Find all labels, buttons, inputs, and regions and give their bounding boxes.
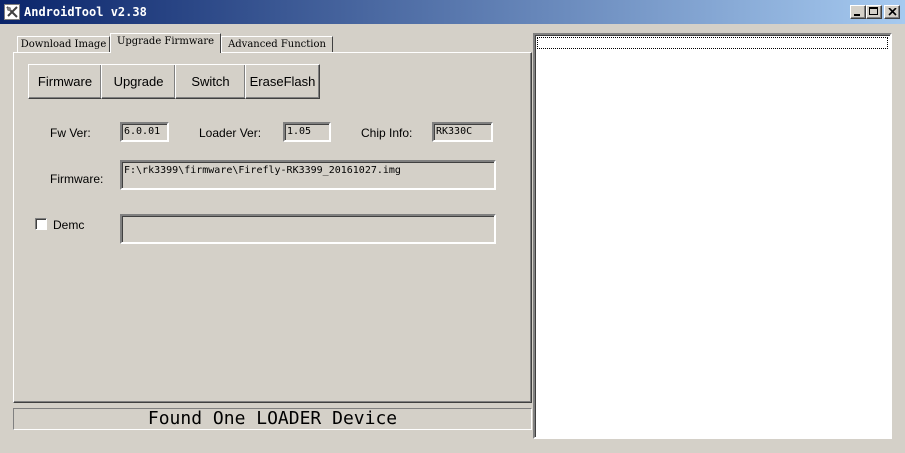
maximize-icon <box>869 7 878 15</box>
firmware-button[interactable]: Firmware <box>28 64 102 99</box>
firmware-path-field[interactable]: F:\rk3399\firmware\Firefly-RK3399_201610… <box>120 160 496 190</box>
loader-ver-field[interactable]: 1.05 <box>283 122 331 142</box>
app-icon[interactable] <box>4 4 20 20</box>
loader-ver-label: Loader Ver: <box>199 126 262 140</box>
upgrade-button[interactable]: Upgrade <box>101 64 176 99</box>
status-bar: Found One LOADER Device <box>13 408 532 430</box>
demo-label[interactable]: Demc <box>53 218 84 232</box>
tab-upgrade-firmware[interactable]: Upgrade Firmware <box>110 33 221 53</box>
chip-info-field[interactable]: RK330C <box>432 122 493 142</box>
minimize-button[interactable] <box>850 5 866 19</box>
close-button[interactable] <box>884 5 900 19</box>
demo-field[interactable] <box>120 214 496 244</box>
chip-info-label: Chip Info: <box>361 126 413 140</box>
firmware-path-label: Firmware: <box>50 172 104 186</box>
log-focus-row <box>537 37 888 49</box>
maximize-button[interactable] <box>866 5 882 19</box>
log-pane[interactable] <box>533 33 892 439</box>
fw-ver-field[interactable]: 6.0.01 <box>120 122 169 142</box>
minimize-icon <box>854 14 860 16</box>
close-icon <box>888 8 897 16</box>
title-bar[interactable]: AndroidTool v2.38 <box>0 0 905 24</box>
fw-ver-label: Fw Ver: <box>50 126 91 140</box>
switch-button[interactable]: Switch <box>175 64 246 99</box>
demo-checkbox[interactable] <box>35 218 47 230</box>
eraseflash-button[interactable]: EraseFlash <box>245 64 320 99</box>
window-title: AndroidTool v2.38 <box>24 5 147 19</box>
